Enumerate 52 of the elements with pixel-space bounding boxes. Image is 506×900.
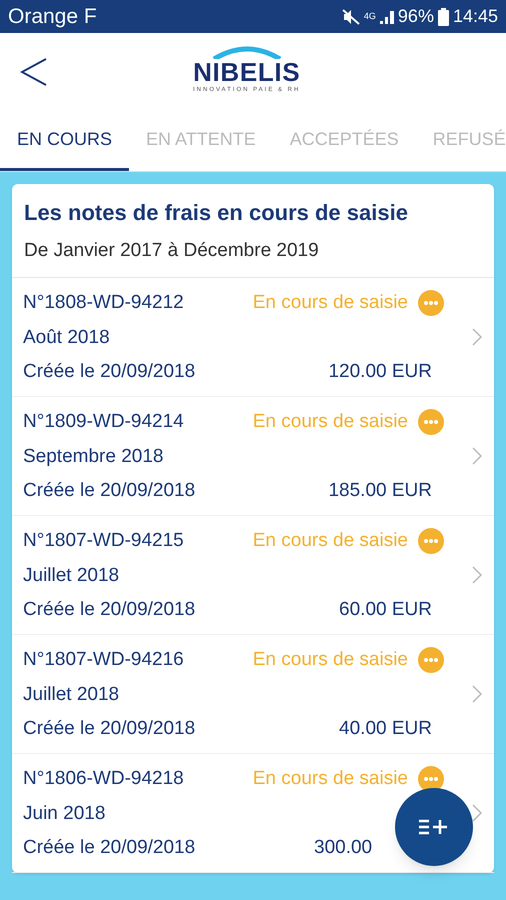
note-status: En cours de saisie [252, 529, 408, 553]
tab[interactable]: EN COURS [0, 110, 130, 171]
chevron-icon [472, 804, 482, 822]
period-text: De Janvier 2017 à Décembre 2019 [24, 238, 320, 262]
note-created: Créée le 20/09/2018 [23, 360, 196, 384]
note-row[interactable]: N°1807-WD-94215 En cours de saisie Juillet 2018 Créée le 20/09/2018 60.00 EUR [12, 516, 494, 635]
more-icon [418, 528, 444, 554]
chevron-icon [472, 328, 482, 346]
note-month: Juillet 2018 [23, 564, 120, 588]
battery-icon [438, 8, 449, 26]
clock-time: 14:45 [452, 5, 498, 28]
note-number: N°1807-WD-94216 [23, 648, 184, 672]
note-month: Août 2018 [23, 326, 111, 350]
note-number: N°1809-WD-94214 [23, 410, 184, 434]
note-month: Juin 2018 [23, 802, 106, 826]
note-row[interactable]: N°1808-WD-94212 En cours de saisie Août 2018 Créée le 20/09/2018 120.00 EUR [12, 278, 494, 397]
card-title: Les notes de frais en cours de saisie [24, 199, 409, 226]
note-created: Créée le 20/09/2018 [23, 836, 196, 860]
note-created: Créée le 20/09/2018 [23, 479, 196, 503]
more-icon [418, 647, 444, 673]
note-row[interactable]: N°1809-WD-94214 En cours de saisie Septembre 2018 Créée le 20/09/2018 185.00 EUR [12, 397, 494, 516]
note-number: N°1807-WD-94215 [23, 529, 184, 553]
note-status: En cours de saisie [252, 410, 408, 434]
note-number: N°1808-WD-94212 [23, 291, 184, 315]
mute-icon [342, 8, 360, 24]
carrier-name: Orange F [8, 4, 97, 30]
network-type: 4G [364, 12, 376, 21]
logo-arc-icon [212, 45, 282, 59]
note-status: En cours de saisie [252, 291, 408, 315]
note-created: Créée le 20/09/2018 [23, 717, 196, 741]
chevron-icon [472, 447, 482, 465]
note-month: Juillet 2018 [23, 683, 120, 707]
note-status: En cours de saisie [252, 767, 408, 791]
battery-level: 96% [398, 5, 434, 28]
logo-name: NIBELIS [193, 59, 300, 85]
note-created: Créée le 20/09/2018 [23, 598, 196, 622]
note-amount: 185.00 EUR [328, 479, 432, 503]
chevron-icon [472, 685, 482, 703]
more-icon [418, 409, 444, 435]
note-status: En cours de saisie [252, 648, 408, 672]
note-month: Septembre 2018 [23, 445, 164, 469]
signal-icon [380, 10, 394, 24]
chevron-icon [472, 566, 482, 584]
note-row[interactable]: N°1807-WD-94216 En cours de saisie Juillet 2018 Créée le 20/09/2018 40.00 EUR [12, 635, 494, 754]
back-icon[interactable] [20, 56, 48, 86]
note-amount: 300.00 [314, 836, 372, 860]
note-number: N°1806-WD-94218 [23, 767, 184, 791]
note-amount: 120.00 EUR [328, 360, 432, 384]
more-icon [418, 290, 444, 316]
list-add-icon [419, 819, 449, 835]
note-amount: 60.00 EUR [339, 598, 432, 622]
note-amount: 40.00 EUR [339, 717, 432, 741]
